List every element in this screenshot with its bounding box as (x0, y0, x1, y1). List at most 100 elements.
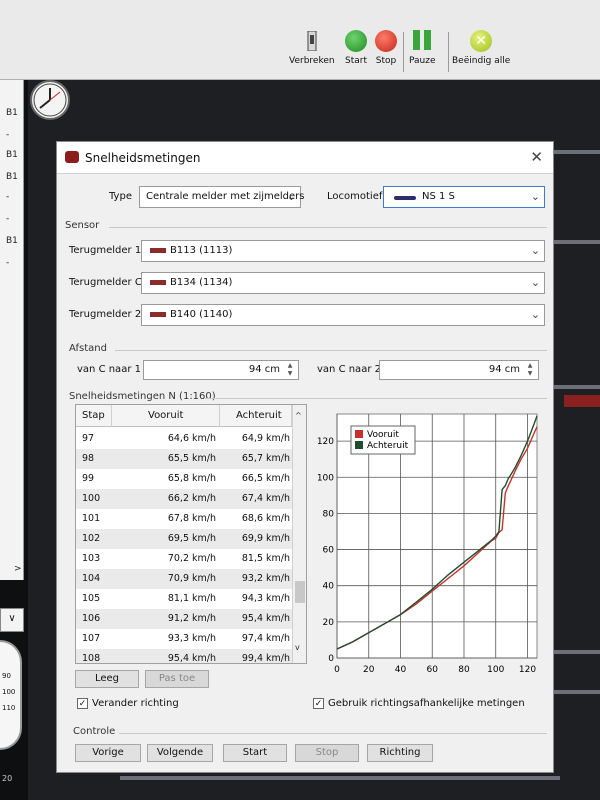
scrollbar-thumb[interactable] (295, 581, 305, 603)
column-header-stap[interactable]: Stap (76, 405, 112, 427)
table-row[interactable]: 103 70,2 km/h 81,5 km/h (76, 549, 292, 569)
x-tick-label: 40 (395, 665, 407, 675)
distance-value: 94 cm (488, 364, 520, 375)
table-cell-vooruit: 95,4 km/h (167, 653, 216, 664)
spinner-arrows-icon[interactable]: ▲ ▼ (524, 362, 536, 378)
table-row[interactable]: 98 65,5 km/h 65,7 km/h (76, 449, 292, 469)
x-tick-label: 80 (458, 665, 470, 675)
measurements-section-title: Snelheidsmetingen N (1:160) (69, 391, 216, 402)
sensor-label: Terugmelder C (69, 277, 142, 288)
clock-icon (30, 80, 70, 120)
start-label: Start (345, 56, 367, 66)
spinner-arrows-icon[interactable]: ▲ ▼ (284, 362, 296, 378)
sensor-value: B113 (1113) (170, 245, 233, 256)
table-cell-achteruit: 65,7 km/h (241, 453, 290, 464)
track-segment (554, 150, 600, 154)
type-select[interactable]: Centrale melder met zijmelders ⌄ (139, 186, 305, 208)
y-tick-label: 60 (323, 546, 335, 556)
legend-swatch (355, 441, 363, 449)
table-scrollbar[interactable]: ^ v (292, 405, 306, 663)
section-divider (119, 733, 547, 734)
table-row[interactable]: 104 70,9 km/h 93,2 km/h (76, 569, 292, 589)
close-icon[interactable]: ✕ (530, 148, 543, 166)
disconnect-button[interactable]: Verbreken (289, 30, 335, 66)
measurements-table[interactable]: Stap Vooruit Achteruit 97 64,6 km/h 64,9 k… (75, 404, 307, 664)
table-row[interactable]: 102 69,5 km/h 69,9 km/h (76, 529, 292, 549)
column-header-vooruit[interactable]: Vooruit (112, 405, 220, 427)
locomotief-select[interactable]: NS 1 S ⌄ (383, 186, 545, 208)
y-tick-label: 120 (317, 437, 334, 447)
clear-button[interactable]: Leeg (75, 670, 139, 688)
reverse-direction-checkbox[interactable]: ✓ Verander richting (77, 698, 179, 709)
speed-measurements-dialog: Snelheidsmetingen ✕ Type Centrale melder… (56, 141, 554, 773)
table-cell-stap: 106 (82, 613, 101, 624)
table-row[interactable]: 106 91,2 km/h 95,4 km/h (76, 609, 292, 629)
locomotief-value: NS 1 S (422, 191, 455, 202)
chevron-down-icon: ⌄ (530, 276, 540, 289)
direction-dependent-checkbox[interactable]: ✓ Gebruik richtingsafhankelijke metingen (313, 698, 525, 709)
y-tick-label: 100 (317, 473, 334, 483)
track-segment (554, 650, 600, 654)
previous-button[interactable]: Vorige (75, 744, 141, 762)
scroll-down-icon[interactable]: v (295, 643, 300, 652)
scroll-right-arrow[interactable]: > (14, 564, 22, 574)
main-toolbar: Verbreken Start Stop Pauze ✕ Beëindig al… (0, 0, 600, 80)
start-measure-button[interactable]: Start (223, 744, 287, 762)
checkbox-checked-icon: ✓ (313, 698, 324, 709)
chevron-down-icon: ⌄ (530, 244, 540, 257)
stop-label: Stop (375, 56, 397, 66)
table-row[interactable]: 100 66,2 km/h 67,4 km/h (76, 489, 292, 509)
sensor-color-swatch (150, 312, 166, 317)
sensor-select-2[interactable]: B140 (1140) ⌄ (141, 304, 545, 326)
next-button[interactable]: Volgende (147, 744, 213, 762)
pause-button[interactable]: Pauze (409, 30, 436, 66)
table-cell-stap: 97 (82, 433, 95, 444)
distance-c-2-spinner[interactable]: 94 cm ▲ ▼ (379, 360, 539, 380)
table-row[interactable]: 107 93,3 km/h 97,4 km/h (76, 629, 292, 649)
section-divider (109, 227, 547, 228)
plug-icon (301, 30, 323, 52)
speed-gauge: 90 100 110 (0, 640, 22, 750)
table-cell-stap: 99 (82, 473, 95, 484)
track-segment (554, 690, 600, 694)
table-row[interactable]: 101 67,8 km/h 68,6 km/h (76, 509, 292, 529)
sensor-select-1[interactable]: B113 (1113) ⌄ (141, 240, 545, 262)
table-row[interactable]: 105 81,1 km/h 94,3 km/h (76, 589, 292, 609)
table-cell-achteruit: 64,9 km/h (241, 433, 290, 444)
table-cell-vooruit: 93,3 km/h (167, 633, 216, 644)
table-cell-stap: 101 (82, 513, 101, 524)
bg-label: B1 (6, 236, 18, 246)
speed-chart: 0 20 40 60 80 100 120 0 20 40 60 80 100 120 Vooruit Ach… (311, 410, 543, 680)
scroll-up-icon[interactable]: ^ (295, 411, 302, 420)
x-tick-label: 100 (487, 665, 504, 675)
column-header-achteruit[interactable]: Achteruit (220, 405, 292, 427)
table-cell-stap: 104 (82, 573, 101, 584)
gauge-label: 90 (2, 672, 11, 680)
sensor-section-title: Sensor (65, 220, 100, 231)
table-cell-stap: 105 (82, 593, 101, 604)
background-dropdown[interactable]: ∨ (0, 608, 24, 632)
stop-measure-button[interactable]: Stop (295, 744, 359, 762)
stop-button[interactable]: Stop (375, 30, 397, 66)
distance-c-1-spinner[interactable]: 94 cm ▲ ▼ (143, 360, 299, 380)
locomotief-label: Locomotief (327, 191, 383, 202)
table-cell-stap: 98 (82, 453, 95, 464)
table-row[interactable]: 97 64,6 km/h 64,9 km/h (76, 429, 292, 449)
start-button[interactable]: Start (345, 30, 367, 66)
x-tick-label: 60 (427, 665, 439, 675)
table-row[interactable]: 99 65,8 km/h 66,5 km/h (76, 469, 292, 489)
table-cell-vooruit: 70,2 km/h (167, 553, 216, 564)
sensor-label: Terugmelder 1 (69, 245, 142, 256)
table-row[interactable]: 108 95,4 km/h 99,4 km/h (76, 649, 292, 664)
table-cell-vooruit: 81,1 km/h (167, 593, 216, 604)
legend-label: Vooruit (367, 430, 399, 440)
sensor-select-c[interactable]: B134 (1134) ⌄ (141, 272, 545, 294)
section-divider (205, 398, 547, 399)
sensor-label: Terugmelder 2 (69, 309, 142, 320)
apply-button[interactable]: Pas toe (145, 670, 209, 688)
table-cell-stap: 107 (82, 633, 101, 644)
end-all-button[interactable]: ✕ Beëindig alle (452, 30, 510, 66)
direction-button[interactable]: Richting (367, 744, 433, 762)
disconnect-label: Verbreken (289, 56, 335, 66)
x-tick-label: 0 (334, 665, 340, 675)
